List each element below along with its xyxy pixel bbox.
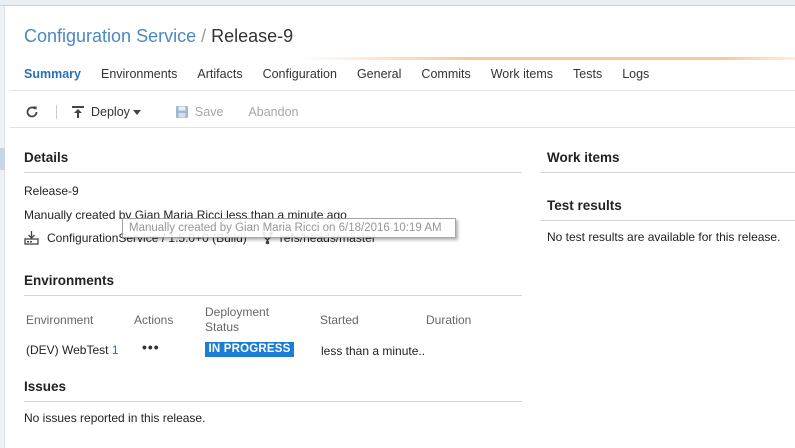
refresh-button[interactable] [24, 104, 40, 120]
breadcrumb-separator: / [201, 26, 207, 46]
test-results-divider [541, 220, 795, 221]
issues-heading: Issues [24, 379, 67, 394]
release-tabs: Summary Environments Artifacts Configura… [24, 66, 669, 82]
environments-heading: Environments [24, 273, 115, 288]
page-title: Configuration Service / Release-9 [24, 26, 293, 47]
tab-artifacts[interactable]: Artifacts [197, 66, 242, 82]
save-button[interactable]: Save [175, 105, 224, 119]
column-header-deployment-status: Deployment Status [205, 305, 269, 335]
release-name-text: Release-9 [24, 184, 79, 198]
abandon-button[interactable]: Abandon [248, 105, 298, 119]
save-icon [175, 105, 189, 119]
created-by-tooltip: Manually created by Gian Maria Ricci on … [122, 218, 456, 238]
column-header-status-line2: Status [205, 320, 240, 334]
column-header-status-line1: Deployment [205, 305, 270, 319]
save-label: Save [194, 105, 224, 119]
tabs-divider [10, 90, 795, 91]
tab-work-items[interactable]: Work items [491, 66, 553, 82]
column-header-started: Started [320, 313, 359, 327]
issues-divider [24, 401, 522, 402]
build-icon [24, 230, 39, 245]
header-accent-line [300, 57, 795, 60]
refresh-icon [26, 106, 38, 118]
test-results-heading: Test results [547, 198, 622, 213]
toolbar-divider [10, 127, 795, 128]
environment-row[interactable]: (DEV) WebTest 1 [26, 343, 119, 357]
left-nav-strip[interactable] [0, 6, 5, 448]
tab-general[interactable]: General [357, 66, 401, 82]
details-heading: Details [24, 150, 69, 165]
toolbar-separator [56, 105, 57, 119]
release-toolbar: Deploy Save Abandon [24, 102, 298, 122]
tab-configuration[interactable]: Configuration [263, 66, 337, 82]
deploy-icon [71, 105, 85, 119]
environment-actions-button[interactable]: ••• [142, 339, 160, 355]
deploy-button[interactable]: Deploy [71, 105, 141, 119]
chevron-down-icon [132, 109, 141, 115]
window-top-strip [0, 0, 795, 6]
test-results-empty-text: No test results are available for this r… [547, 230, 781, 244]
status-badge: IN PROGRESS [205, 342, 294, 357]
environment-started: less than a minute.. [321, 344, 426, 358]
environment-count[interactable]: 1 [112, 343, 119, 357]
details-divider [24, 172, 522, 173]
environment-name[interactable]: (DEV) WebTest [26, 343, 108, 357]
abandon-label: Abandon [248, 105, 299, 119]
column-header-actions: Actions [134, 313, 174, 327]
column-header-environment: Environment [26, 313, 94, 327]
tab-summary[interactable]: Summary [24, 66, 81, 82]
breadcrumb-definition-link[interactable]: Configuration Service [24, 26, 196, 46]
deploy-label: Deploy [91, 105, 130, 119]
tab-logs[interactable]: Logs [622, 66, 649, 82]
environments-divider [24, 295, 522, 296]
left-nav-selection-marker [0, 148, 5, 170]
work-items-heading: Work items [547, 150, 620, 165]
tab-environments[interactable]: Environments [101, 66, 177, 82]
tab-tests[interactable]: Tests [573, 66, 602, 82]
breadcrumb-release-name: Release-9 [211, 26, 294, 46]
work-items-divider [541, 172, 795, 173]
tab-commits[interactable]: Commits [421, 66, 470, 82]
column-header-duration: Duration [426, 313, 472, 327]
issues-empty-text: No issues reported in this release. [24, 411, 206, 425]
